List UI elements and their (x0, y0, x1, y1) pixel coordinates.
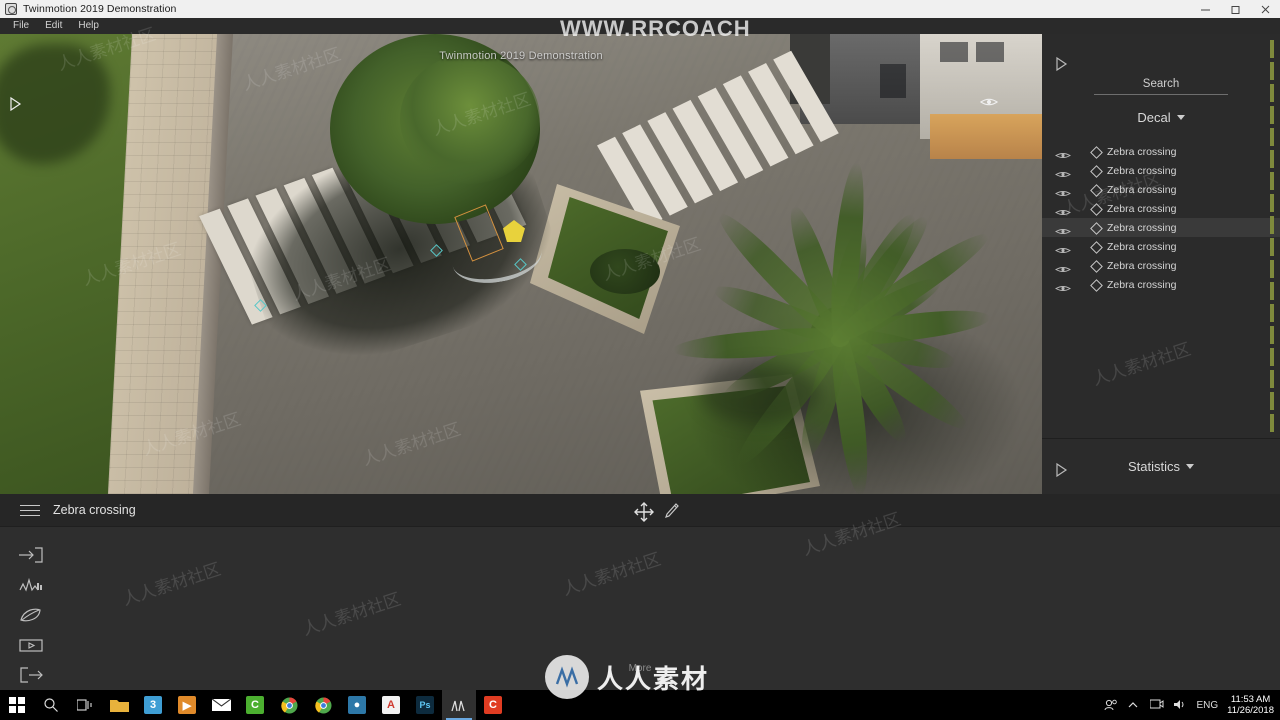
eye-icon[interactable] (1055, 147, 1071, 159)
eye-icon[interactable] (1055, 280, 1071, 292)
chrome-icon-2[interactable] (306, 690, 340, 720)
clock-date: 11/26/2018 (1227, 705, 1274, 716)
import-icon[interactable] (18, 545, 44, 565)
menu-file[interactable]: File (5, 18, 37, 34)
decal-diamond-icon (1090, 260, 1103, 273)
eye-icon[interactable] (979, 95, 999, 107)
3dsmax-icon[interactable]: 3 (136, 690, 170, 720)
object-list-item[interactable]: Zebra crossing (1042, 180, 1280, 199)
category-dropdown[interactable]: Decal (1094, 110, 1228, 125)
object-list-item-label: Zebra crossing (1107, 164, 1177, 177)
statistics-label: Statistics (1127, 459, 1180, 474)
object-list-item-label: Zebra crossing (1107, 259, 1177, 272)
object-list-item-label: Zebra crossing (1107, 202, 1177, 215)
scene-panel: Search Decal Zebra crossing Zebra crossin… (1042, 34, 1280, 494)
statistics-expand-icon[interactable] (1054, 462, 1068, 478)
object-list: Zebra crossing Zebra crossing Zebra crossi… (1042, 142, 1280, 294)
menubar: File Edit Help (0, 18, 1280, 34)
object-list-item-label: Zebra crossing (1107, 221, 1177, 234)
chevron-down-icon (1176, 115, 1185, 120)
decal-diamond-icon (1090, 203, 1103, 216)
eye-icon[interactable] (1055, 261, 1071, 273)
decal-diamond-icon (1090, 165, 1103, 178)
menu-edit[interactable]: Edit (37, 18, 70, 34)
system-tray: ENG 11:53 AM 11/26/2018 (1104, 690, 1280, 720)
eye-icon[interactable] (1055, 185, 1071, 197)
viewport-scene (0, 34, 1042, 494)
cad-icon[interactable]: C (476, 690, 510, 720)
category-label: Decal (1137, 110, 1171, 125)
object-list-item[interactable]: Zebra crossing (1042, 142, 1280, 161)
search-input[interactable]: Search (1094, 78, 1228, 95)
hamburger-icon[interactable] (20, 505, 40, 517)
urban-icon[interactable] (18, 575, 44, 595)
twinmotion-icon[interactable] (442, 690, 476, 720)
window-title: Twinmotion 2019 Demonstration (23, 3, 177, 15)
viewport-3d[interactable]: Twinmotion 2019 Demonstration (0, 34, 1042, 494)
expand-triangle-icon[interactable] (1054, 56, 1068, 72)
object-list-item[interactable]: Zebra crossing (1042, 161, 1280, 180)
decal-diamond-icon (1090, 222, 1103, 235)
mail-icon[interactable] (204, 690, 238, 720)
awning (930, 114, 1042, 159)
object-list-item-label: Zebra crossing (1107, 240, 1177, 253)
chrome-icon-1[interactable] (272, 690, 306, 720)
acrobat-icon[interactable]: A (374, 690, 408, 720)
more-button[interactable]: More (0, 663, 1280, 674)
object-list-item-label: Zebra crossing (1107, 145, 1177, 158)
search-underline (1094, 94, 1228, 95)
start-button[interactable] (0, 690, 34, 720)
volume-icon[interactable] (1173, 698, 1187, 712)
move-arrows-icon[interactable] (633, 501, 655, 523)
decal-diamond-icon (1090, 184, 1103, 197)
object-list-item[interactable]: Zebra crossing (1042, 237, 1280, 256)
close-button[interactable] (1250, 0, 1280, 18)
eye-icon[interactable] (1055, 204, 1071, 216)
panel-scrollbar[interactable] (1270, 34, 1274, 438)
viewport-title: Twinmotion 2019 Demonstration (439, 50, 603, 62)
wechat-icon[interactable]: C (238, 690, 272, 720)
photoshop-icon[interactable]: Ps (408, 690, 442, 720)
folder-icon[interactable] (102, 690, 136, 720)
window-controls (1190, 0, 1280, 18)
play-triangle-icon[interactable] (8, 96, 22, 112)
dock-title: Zebra crossing (53, 503, 136, 517)
windows-taskbar: 3 ▶ C ● A Ps C ENG 11:53 AM 11/26/2018 (0, 690, 1280, 720)
media-player-icon[interactable]: ▶ (170, 690, 204, 720)
pencil-icon[interactable] (664, 502, 680, 520)
app-icon-blue[interactable]: ● (340, 690, 374, 720)
network-icon[interactable] (1149, 698, 1164, 712)
people-icon[interactable] (1104, 698, 1118, 712)
search-icon[interactable] (34, 690, 68, 720)
show-hidden-icons[interactable] (1127, 698, 1141, 712)
palm-tree (650, 161, 1042, 494)
vegetation-leaf-icon[interactable] (18, 605, 44, 625)
object-list-item[interactable]: Zebra crossing (1042, 256, 1280, 275)
object-list-item-label: Zebra crossing (1107, 183, 1177, 196)
app-icon (5, 3, 17, 15)
statistics-section[interactable]: Statistics (1042, 439, 1280, 494)
window-titlebar: Twinmotion 2019 Demonstration (0, 0, 1280, 18)
decal-diamond-icon (1090, 279, 1103, 292)
eye-icon[interactable] (1055, 242, 1071, 254)
language-indicator[interactable]: ENG (1196, 700, 1218, 711)
task-view-icon[interactable] (68, 690, 102, 720)
object-list-item[interactable]: Zebra crossing (1042, 199, 1280, 218)
menu-help[interactable]: Help (70, 18, 107, 34)
object-list-item-label: Zebra crossing (1107, 278, 1177, 291)
decal-diamond-icon (1090, 241, 1103, 254)
search-label: Search (1142, 78, 1180, 90)
object-list-item[interactable]: Zebra crossing (1042, 218, 1280, 237)
object-list-item[interactable]: Zebra crossing (1042, 275, 1280, 294)
maximize-button[interactable] (1220, 0, 1250, 18)
minimize-button[interactable] (1190, 0, 1220, 18)
eye-icon[interactable] (1055, 166, 1071, 178)
eye-icon[interactable] (1055, 223, 1071, 235)
decal-diamond-icon (1090, 146, 1103, 159)
clock[interactable]: 11:53 AM 11/26/2018 (1227, 694, 1274, 716)
properties-dock: Zebra crossing More (0, 494, 1280, 690)
statistics-chevron-down-icon (1186, 464, 1194, 469)
media-icon[interactable] (18, 635, 44, 655)
clock-time: 11:53 AM (1230, 694, 1271, 705)
